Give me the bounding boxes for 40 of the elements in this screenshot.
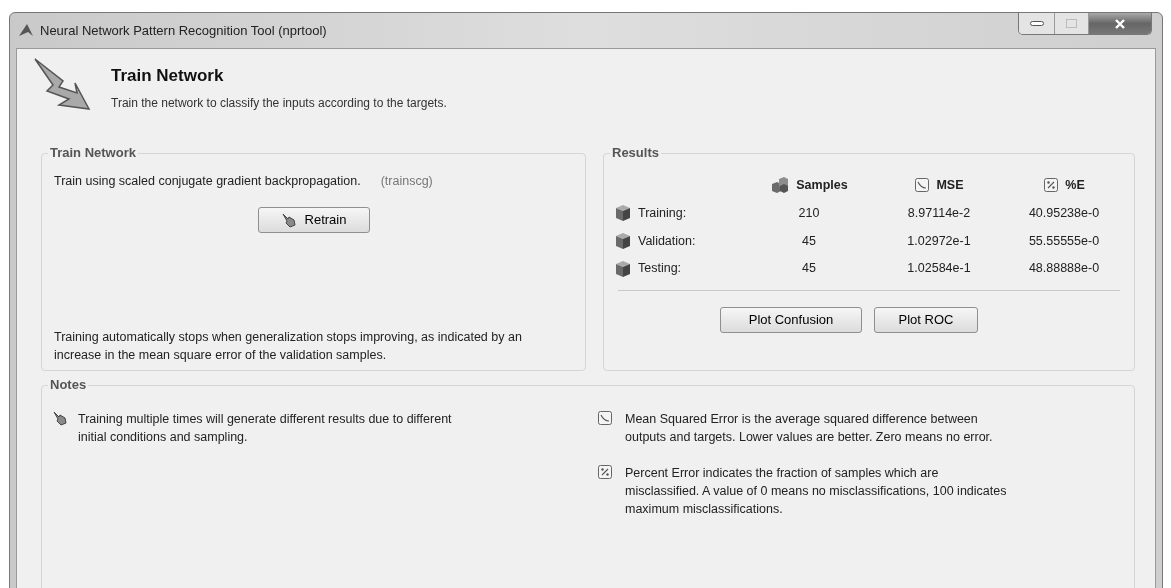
stopping-note: Training automatically stops when generalization stops improving, as indicated by an increase in the mean square error of the validation samples. [54, 329, 523, 364]
training-method: Train using scaled conjugate gradient backpropagation. [54, 173, 361, 190]
cube-icon [614, 259, 632, 278]
note-text: Training multiple times will generate different results due to different initial conditions and sampling. [78, 411, 453, 446]
table-cell-text: 45 [802, 232, 816, 250]
function-name: (trainscg) [380, 173, 433, 190]
page-subtitle: Train the network to classify the inputs according to the targets. [111, 94, 447, 112]
plot-roc-button[interactable]: Plot ROC [874, 307, 978, 333]
table-cell-text: 48.88888e-0 [1028, 260, 1100, 278]
page-title: Train Network [111, 65, 225, 87]
table-cell-text: 1.02972e-1 [907, 232, 971, 250]
column-header: MSE [936, 177, 964, 194]
chart-box-icon [597, 410, 613, 426]
row-label: Training: [638, 204, 687, 222]
table-cell-text: 45 [802, 260, 816, 278]
note-text: Mean Squared Error is the average squared difference between outputs and targets. Lower values are better. Zero means no error. [625, 411, 994, 446]
chart-box-icon [914, 177, 931, 194]
table-cell-text: 40.95238e-0 [1028, 204, 1100, 222]
close-button[interactable] [1089, 13, 1151, 34]
column-header: %E [1065, 177, 1085, 194]
close-icon [1114, 18, 1126, 29]
percent-box-icon [1043, 177, 1060, 194]
percent-box-icon [597, 464, 613, 480]
cubes-icon [770, 176, 791, 195]
table-cell-text: 8.97114e-2 [907, 204, 971, 222]
row-label: Testing: [638, 260, 682, 278]
cube-icon [614, 204, 632, 223]
app-icon [18, 22, 34, 38]
table-cell-text: 55.55555e-0 [1028, 232, 1100, 250]
lightning-arrow-icon [33, 57, 91, 111]
row-label: Validation: [638, 232, 696, 250]
window-title: Neural Network Pattern Recognition Tool (nprtool) [40, 22, 327, 40]
minimize-button[interactable] [1019, 13, 1055, 34]
table-cell-text: 1.02584e-1 [907, 260, 971, 278]
cube-icon [614, 231, 632, 250]
note-text: Percent Error indicates the fraction of samples which are misclassified. A value of 0 means no misclassifications, 100 indicates maximum misclassifications. [625, 465, 1008, 518]
plot-confusion-button[interactable]: Plot Confusion [720, 307, 862, 333]
table-cell-text: 210 [798, 204, 820, 222]
column-header: Samples [796, 177, 848, 194]
retrain-button[interactable]: Retrain [257, 206, 370, 233]
